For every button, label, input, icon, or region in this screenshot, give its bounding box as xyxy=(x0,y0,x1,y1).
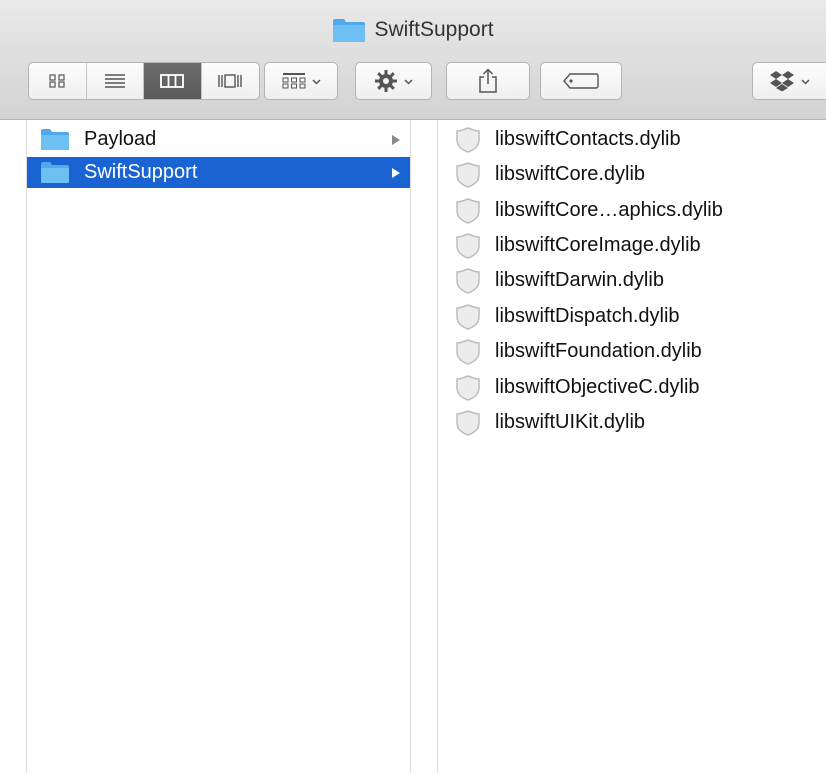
dropbox-button[interactable] xyxy=(752,62,826,100)
icon-view-button[interactable] xyxy=(29,63,87,99)
file-row[interactable]: libswiftUIKit.dylib xyxy=(438,405,826,440)
column-divider[interactable] xyxy=(411,120,437,773)
icon-view-icon xyxy=(49,74,65,88)
file-name: libswiftCore.dylib xyxy=(495,163,646,185)
dylib-file-icon xyxy=(456,409,480,436)
window-title-text: SwiftSupport xyxy=(374,18,494,41)
column-view-icon xyxy=(160,74,185,88)
chevron-down-icon xyxy=(801,78,810,85)
file-row[interactable]: libswiftDispatch.dylib xyxy=(438,299,826,334)
share-button[interactable] xyxy=(446,62,530,100)
file-name: libswiftContacts.dylib xyxy=(495,128,681,150)
dropbox-icon xyxy=(770,71,794,92)
window-edge xyxy=(0,120,26,773)
file-name: libswiftUIKit.dylib xyxy=(495,411,646,433)
file-row[interactable]: libswiftDarwin.dylib xyxy=(438,263,826,298)
folder-label: SwiftSupport xyxy=(84,161,198,183)
folder-icon xyxy=(40,161,70,184)
file-name: libswiftDarwin.dylib xyxy=(495,269,664,291)
folder-row-swiftsupport[interactable]: SwiftSupport xyxy=(27,157,410,188)
gear-icon xyxy=(375,70,397,92)
file-name: libswiftDispatch.dylib xyxy=(495,305,680,327)
tags-button[interactable] xyxy=(540,62,622,100)
folder-label: Payload xyxy=(84,128,157,150)
folder-icon xyxy=(332,17,366,43)
file-name: libswiftFoundation.dylib xyxy=(495,340,702,362)
arrange-button[interactable] xyxy=(264,62,338,100)
file-row[interactable]: libswiftContacts.dylib xyxy=(438,122,826,157)
column-pane-files[interactable]: libswiftContacts.dylib libswiftCore.dyli… xyxy=(437,120,826,773)
share-icon xyxy=(479,68,497,93)
dylib-file-icon xyxy=(456,232,480,259)
dylib-file-icon xyxy=(456,338,480,365)
file-row[interactable]: libswiftCore…aphics.dylib xyxy=(438,193,826,228)
dylib-file-icon xyxy=(456,267,480,294)
dylib-file-icon xyxy=(456,303,480,330)
folder-row-payload[interactable]: Payload xyxy=(27,124,410,155)
list-view-icon xyxy=(104,74,125,88)
dylib-file-icon xyxy=(456,161,480,188)
chevron-down-icon xyxy=(404,78,413,85)
column-view-button[interactable] xyxy=(144,63,202,99)
view-mode-control[interactable] xyxy=(28,62,260,100)
dylib-file-icon xyxy=(456,126,480,153)
file-name: libswiftObjectiveC.dylib xyxy=(495,376,700,398)
file-row[interactable]: libswiftCoreImage.dylib xyxy=(438,228,826,263)
cover-flow-button[interactable] xyxy=(202,63,260,99)
dylib-file-icon xyxy=(456,197,480,224)
file-name: libswiftCore…aphics.dylib xyxy=(495,199,723,221)
file-row[interactable]: libswiftObjectiveC.dylib xyxy=(438,370,826,405)
file-row[interactable]: libswiftCore.dylib xyxy=(438,157,826,192)
file-name: libswiftCoreImage.dylib xyxy=(495,234,701,256)
disclosure-arrow-icon xyxy=(392,167,400,178)
file-row[interactable]: libswiftFoundation.dylib xyxy=(438,334,826,369)
arrange-icon xyxy=(282,73,305,89)
dylib-file-icon xyxy=(456,374,480,401)
column-pane-folders[interactable]: Payload SwiftSupport xyxy=(26,120,411,773)
window-title: SwiftSupport xyxy=(0,16,826,44)
tag-icon xyxy=(563,73,599,89)
list-view-button[interactable] xyxy=(87,63,144,99)
disclosure-arrow-icon xyxy=(392,134,400,145)
cover-flow-icon xyxy=(218,74,242,88)
action-button[interactable] xyxy=(355,62,432,100)
chevron-down-icon xyxy=(311,78,321,85)
window-titlebar: SwiftSupport xyxy=(0,0,826,120)
folder-icon xyxy=(40,128,70,151)
